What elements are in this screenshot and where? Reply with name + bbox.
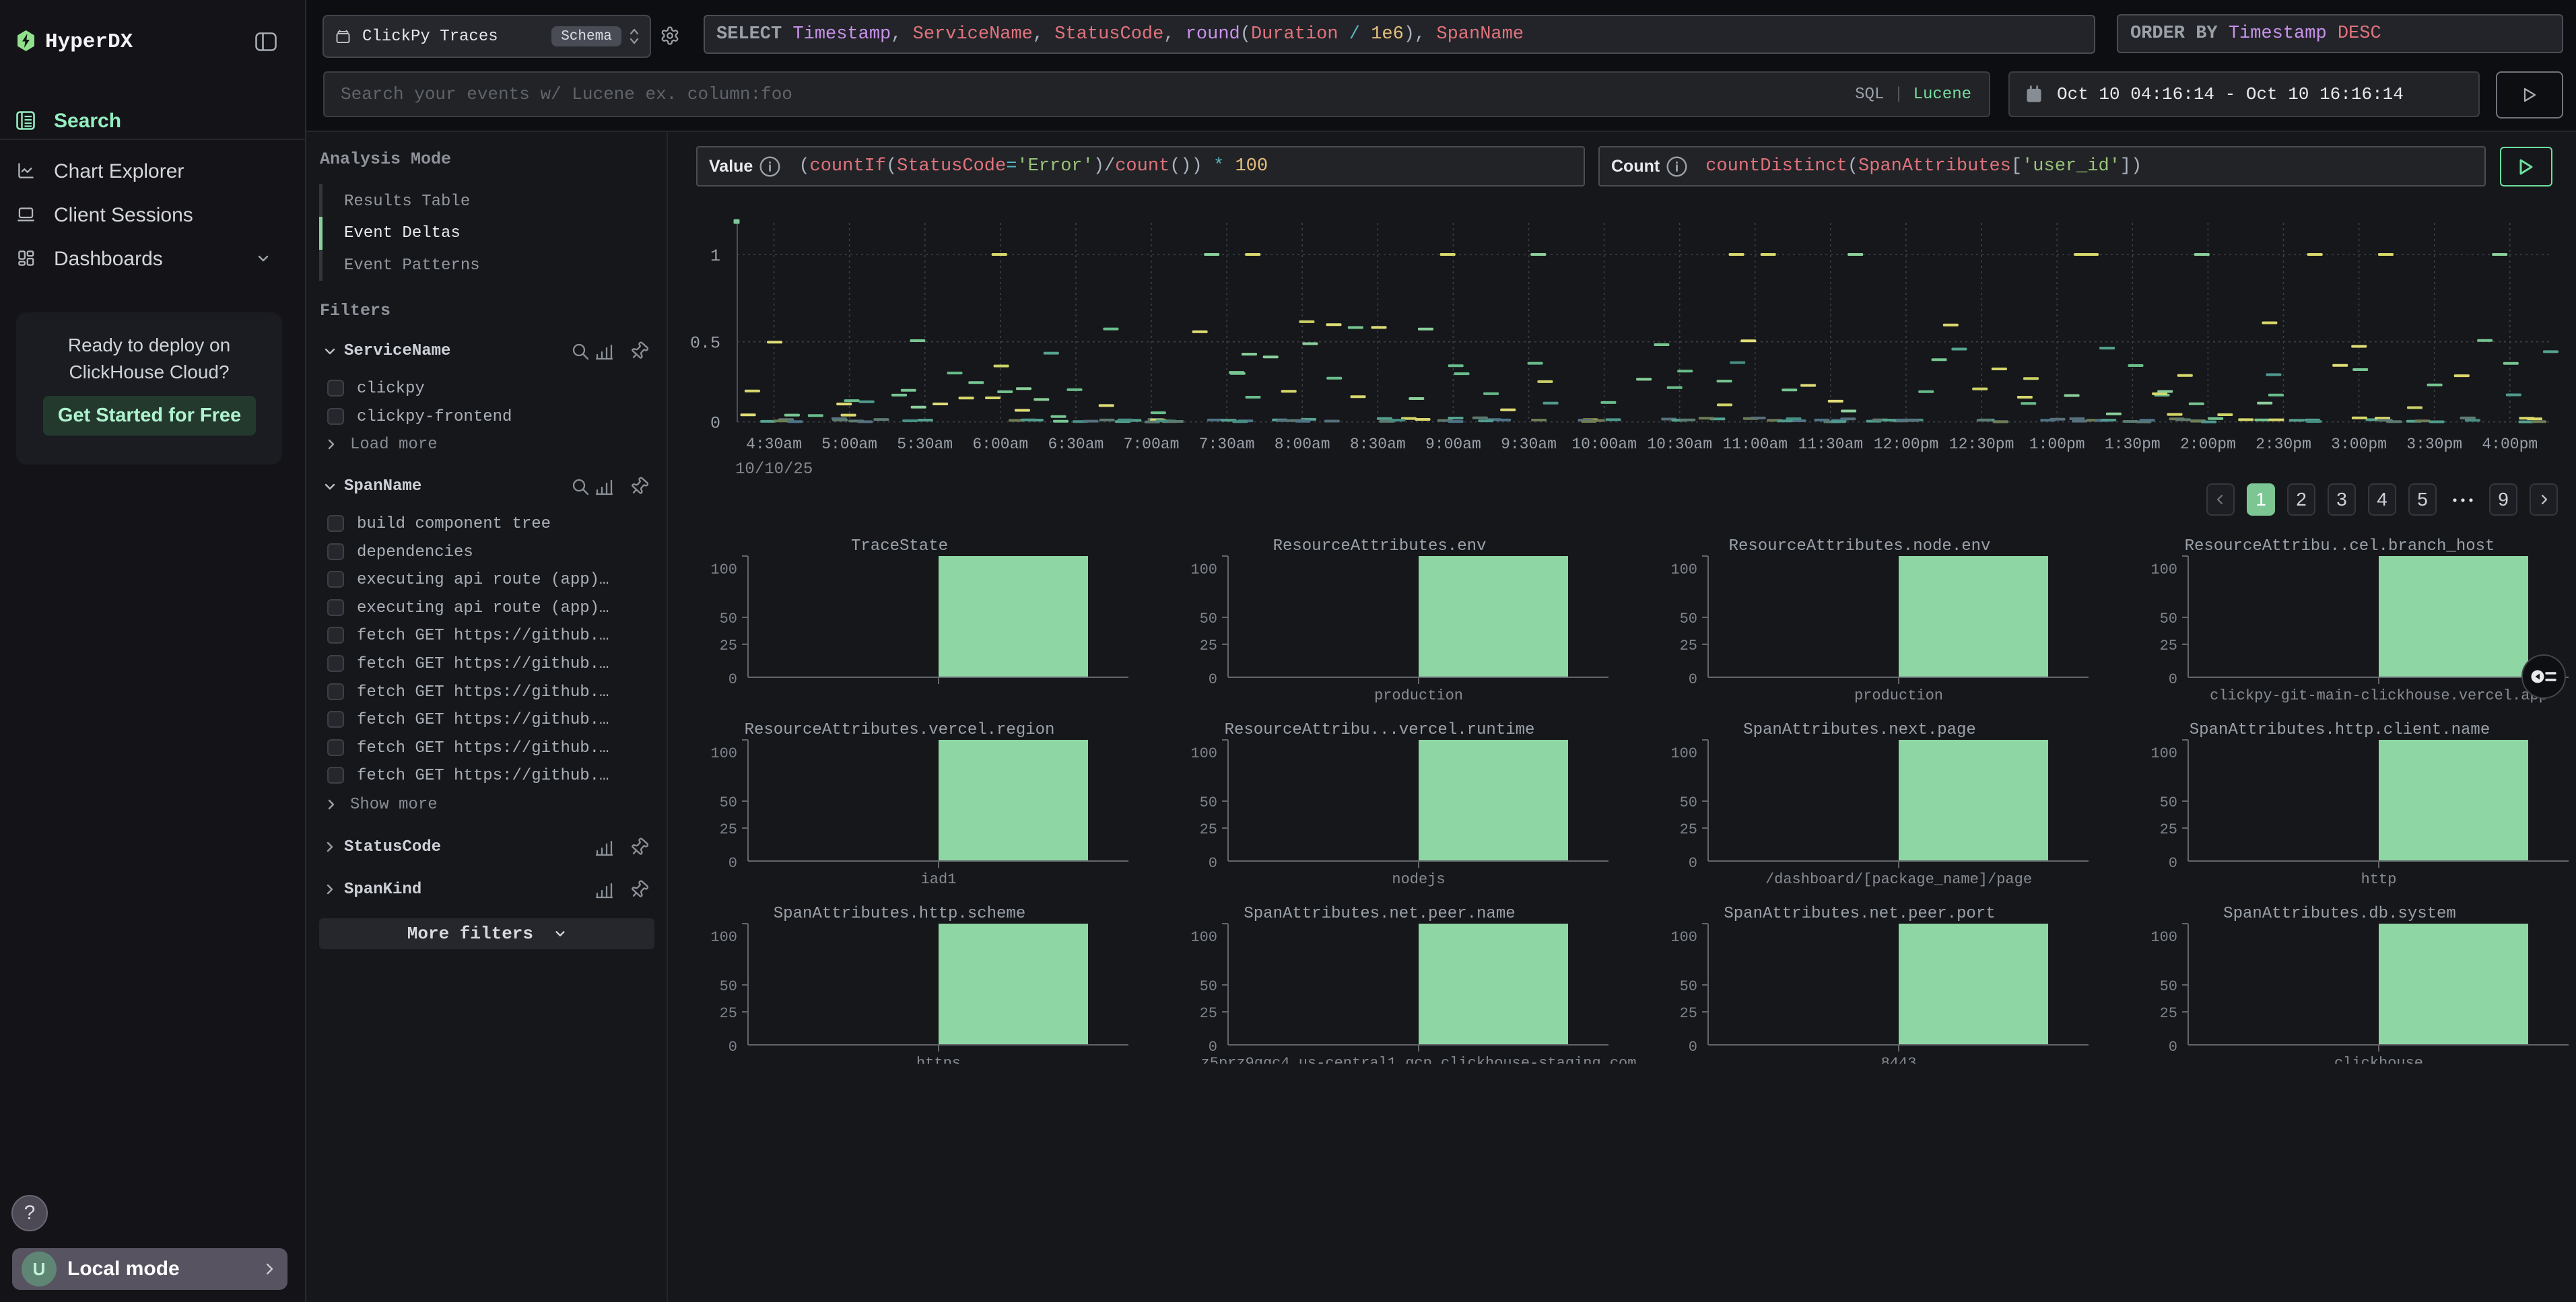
- svg-text:50: 50: [720, 794, 737, 811]
- svg-text:100: 100: [1190, 745, 1217, 762]
- svg-text:50: 50: [720, 978, 737, 995]
- svg-text:25: 25: [1680, 638, 1697, 654]
- svg-text:25: 25: [1680, 1005, 1697, 1022]
- svg-text:50: 50: [2160, 794, 2177, 811]
- svg-text:11:30am: 11:30am: [1798, 436, 1864, 453]
- svg-text:SpanAttributes.net.peer.port: SpanAttributes.net.peer.port: [1724, 905, 1995, 923]
- svg-text:0: 0: [2169, 1039, 2177, 1056]
- svg-text:50: 50: [1200, 978, 1217, 995]
- svg-text:0: 0: [1689, 1039, 1697, 1056]
- svg-text:0: 0: [1209, 855, 1217, 872]
- svg-text:2:30pm: 2:30pm: [2256, 436, 2311, 453]
- svg-text:z5prz9ggc4.us-central1.gcp.cli: z5prz9ggc4.us-central1.gcp.clickhouse-st…: [1201, 1055, 1637, 1064]
- svg-text:0: 0: [1209, 1039, 1217, 1056]
- svg-text:5:30am: 5:30am: [897, 436, 953, 453]
- svg-text:6:00am: 6:00am: [972, 436, 1028, 453]
- svg-text:http: http: [2361, 871, 2397, 888]
- svg-text:25: 25: [2160, 1005, 2177, 1022]
- svg-text:50: 50: [1200, 794, 1217, 811]
- svg-text:https: https: [916, 1055, 961, 1064]
- svg-text:8:00am: 8:00am: [1275, 436, 1330, 453]
- svg-text:100: 100: [710, 745, 737, 762]
- svg-text:25: 25: [1200, 821, 1217, 838]
- svg-text:100: 100: [1190, 561, 1217, 578]
- svg-text:0: 0: [1209, 671, 1217, 688]
- svg-text:10/10/25: 10/10/25: [735, 460, 813, 479]
- svg-text:12:00pm: 12:00pm: [1874, 436, 1939, 453]
- svg-text:/dashboard/[package_name]/page: /dashboard/[package_name]/page: [1765, 871, 2032, 888]
- svg-text:ResourceAttribu..cel.branch_ho: ResourceAttribu..cel.branch_host: [2185, 537, 2495, 555]
- svg-text:0: 0: [1689, 671, 1697, 688]
- svg-text:10:00am: 10:00am: [1571, 436, 1637, 453]
- svg-text:4:00pm: 4:00pm: [2482, 436, 2538, 453]
- svg-text:100: 100: [1670, 745, 1697, 762]
- svg-text:6:30am: 6:30am: [1048, 436, 1104, 453]
- svg-text:0: 0: [2169, 855, 2177, 872]
- svg-text:2:00pm: 2:00pm: [2180, 436, 2236, 453]
- svg-text:100: 100: [710, 929, 737, 946]
- svg-text:25: 25: [2160, 821, 2177, 838]
- svg-text:12:30pm: 12:30pm: [1949, 436, 2014, 453]
- svg-text:0: 0: [2169, 671, 2177, 688]
- svg-text:8443: 8443: [1881, 1055, 1917, 1064]
- svg-text:100: 100: [1670, 561, 1697, 578]
- svg-text:50: 50: [720, 611, 737, 627]
- svg-text:1:30pm: 1:30pm: [2105, 436, 2161, 453]
- svg-text:100: 100: [2150, 745, 2177, 762]
- svg-text:TraceState: TraceState: [851, 537, 948, 555]
- svg-text:25: 25: [720, 821, 737, 838]
- svg-text:9:00am: 9:00am: [1425, 436, 1481, 453]
- svg-text:SpanAttributes.http.scheme: SpanAttributes.http.scheme: [774, 905, 1025, 923]
- svg-text:25: 25: [2160, 638, 2177, 654]
- svg-text:0: 0: [710, 414, 720, 434]
- svg-text:nodejs: nodejs: [1392, 871, 1445, 888]
- svg-text:100: 100: [2150, 929, 2177, 946]
- svg-text:25: 25: [1200, 638, 1217, 654]
- svg-text:0: 0: [728, 671, 737, 688]
- svg-text:25: 25: [1200, 1005, 1217, 1022]
- svg-text:8:30am: 8:30am: [1350, 436, 1406, 453]
- svg-text:SpanAttributes.http.client.nam: SpanAttributes.http.client.name: [2190, 721, 2490, 739]
- svg-text:clickpy-git-main-clickhouse.ve: clickpy-git-main-clickhouse.vercel.app: [2210, 687, 2548, 704]
- svg-text:ResourceAttributes.node.env: ResourceAttributes.node.env: [1729, 537, 1991, 555]
- svg-text:0: 0: [728, 855, 737, 872]
- svg-text:iad1: iad1: [921, 871, 957, 888]
- svg-text:100: 100: [1670, 929, 1697, 946]
- svg-text:production: production: [1854, 687, 1943, 704]
- svg-text:ResourceAttributes.env: ResourceAttributes.env: [1273, 537, 1487, 555]
- svg-text:25: 25: [720, 638, 737, 654]
- svg-text:ResourceAttribu...vercel.runti: ResourceAttribu...vercel.runtime: [1225, 721, 1535, 739]
- svg-text:25: 25: [720, 1005, 737, 1022]
- svg-text:50: 50: [2160, 978, 2177, 995]
- svg-text:50: 50: [1680, 978, 1697, 995]
- svg-text:ResourceAttributes.vercel.regi: ResourceAttributes.vercel.region: [745, 721, 1055, 739]
- svg-text:SpanAttributes.next.page: SpanAttributes.next.page: [1743, 721, 1976, 739]
- svg-text:SpanAttributes.net.peer.name: SpanAttributes.net.peer.name: [1244, 905, 1515, 923]
- svg-text:100: 100: [1190, 929, 1217, 946]
- svg-text:25: 25: [1680, 821, 1697, 838]
- svg-text:1:00pm: 1:00pm: [2029, 436, 2085, 453]
- svg-text:7:30am: 7:30am: [1199, 436, 1255, 453]
- svg-text:100: 100: [710, 561, 737, 578]
- svg-text:SpanAttributes.db.system: SpanAttributes.db.system: [2223, 905, 2456, 923]
- svg-text:100: 100: [2150, 561, 2177, 578]
- svg-text:7:00am: 7:00am: [1124, 436, 1180, 453]
- svg-text:50: 50: [1200, 611, 1217, 627]
- svg-text:0: 0: [1689, 855, 1697, 872]
- svg-text:9:30am: 9:30am: [1501, 436, 1557, 453]
- svg-text:0: 0: [728, 1039, 737, 1056]
- svg-text:production: production: [1374, 687, 1463, 704]
- svg-text:3:30pm: 3:30pm: [2406, 436, 2462, 453]
- svg-text:0.5: 0.5: [690, 334, 720, 353]
- svg-text:10:30am: 10:30am: [1647, 436, 1712, 453]
- svg-text:5:00am: 5:00am: [821, 436, 877, 453]
- svg-text:clickhouse: clickhouse: [2334, 1055, 2423, 1064]
- svg-text:50: 50: [1680, 794, 1697, 811]
- svg-text:11:00am: 11:00am: [1722, 436, 1788, 453]
- svg-text:1: 1: [710, 246, 720, 266]
- svg-text:50: 50: [2160, 611, 2177, 627]
- svg-text:4:30am: 4:30am: [746, 436, 802, 453]
- svg-text:3:00pm: 3:00pm: [2331, 436, 2387, 453]
- svg-text:50: 50: [1680, 611, 1697, 627]
